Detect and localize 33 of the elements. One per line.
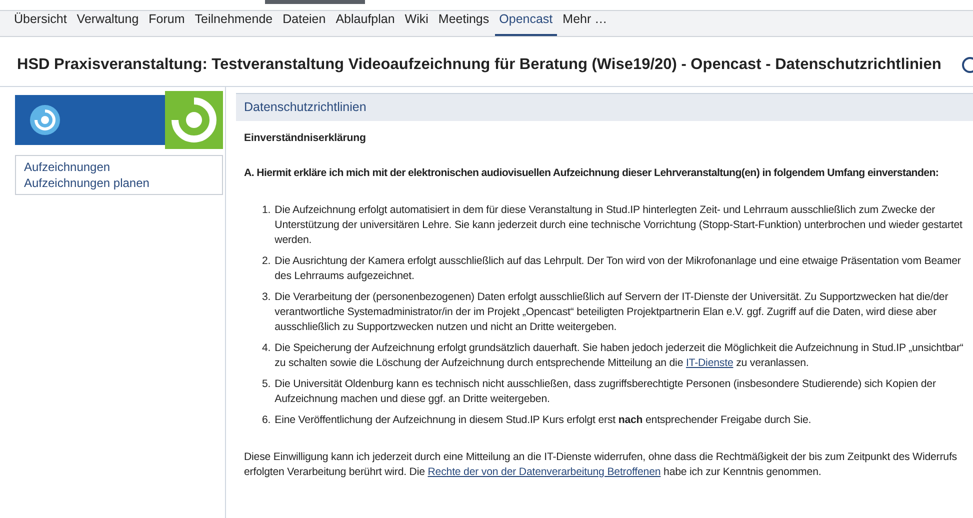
- list-item-text: Die Speicherung der Aufzeichnung erfolgt grundsätzlich dauerhaft. Sie haben jedoch jederzeit die Möglichkeit die Aufzeichnung in Stud.IP „unsichtbar“ zu schalten sowie die Löschung der Aufzeichnung durch entsprechende Mitteilung an die IT-Dienste zu veranlassen.: [274, 341, 964, 371]
- page-title: HSD Praxisveranstaltung: Testveranstaltung Videoaufzeichnung für Beratung (Wise19/20) - Opencast - Datenschutzrichtlinien: [17, 55, 942, 75]
- nav-tab[interactable]: Mehr …: [558, 10, 612, 36]
- nav-tab[interactable]: Verwaltung: [72, 10, 143, 36]
- nav-tab[interactable]: Forum: [144, 10, 189, 36]
- list-item-text: Die Aufzeichnung erfolgt automatisiert in dem für diese Veranstaltung in Stud.IP hinterlegten Zeit- und Lehrraum ausschließlich zum Zwecke der Unterstützung der universitären Lehre. Sie kann jederzeit durch eine technische Vorrichtung (Stopp-Start-Funktion) unterbrochen und wieder gestartet werden.: [274, 203, 964, 248]
- nav-tab[interactable]: Teilnehmende: [190, 10, 277, 36]
- list-number: 2.: [262, 254, 271, 269]
- text-link[interactable]: IT-Dienste: [686, 357, 734, 369]
- nav-tab[interactable]: Wiki: [400, 10, 432, 36]
- list-item-text: Eine Veröffentlichung der Aufzeichnung in diesem Stud.IP Kurs erfolgt erst nach entsprechender Freigabe durch Sie.: [274, 413, 812, 428]
- section-header: Datenschutzrichtlinien: [236, 93, 973, 121]
- list-number: 6.: [262, 413, 271, 428]
- nav-tab[interactable]: Opencast: [495, 10, 557, 36]
- list-item-text: Die Ausrichtung der Kamera erfolgt ausschließlich auf das Lehrpult. Der Ton wird von der Mikrofonanlage und eine etwaige Präsentation vom Beamer des Lehrraums aufgezeichnet.: [274, 254, 962, 284]
- intro-text: A. Hiermit erkläre ich mich mit der elektronischen audiovisuellen Aufzeichnung dieser Lehrveranstaltung(en) in folgendem Umfang einverstanden:: [244, 166, 940, 181]
- opencast-logo-icon: [165, 91, 223, 150]
- list-number: 1.: [262, 203, 271, 218]
- list-number: 4.: [262, 341, 271, 356]
- sidebar-link[interactable]: Aufzeichnungen: [24, 159, 214, 176]
- sidebar-link[interactable]: Aufzeichnungen planen: [24, 175, 214, 192]
- nav-tab[interactable]: Meetings: [434, 10, 494, 36]
- text-link[interactable]: Rechte der von der Datenverarbeitung Betroffenen: [428, 466, 661, 478]
- nav-tab[interactable]: Übersicht: [10, 10, 71, 36]
- list-number: 5.: [262, 377, 271, 392]
- nav-tab[interactable]: Ablaufplan: [332, 10, 399, 36]
- consent-text: Diese Einwilligung kann ich jederzeit durch eine Mitteilung an die IT-Dienste widerrufen, ohne dass die Rechtmäßigkeit der bis zum Zeitpunkt des Widerrufs erfolgten Verarbeitung berührt wird. Die Rechte der von der Datenverarbeitung Betroffenen habe ich zur Kenntnis genommen.: [244, 451, 957, 478]
- list-item-text: Die Verarbeitung der (personenbezogenen) Daten erfolgt ausschließlich auf Servern der IT-Dienste der Universität. Zu Supportzwecken hat die/der verantwortliche Systemadministrator/in der im Projekt „Opencast“ beteiligten Projektpartnerin Elan e.V. ggf. Zugriff auf die Daten, wird diese aber ausschließlich zu Supportzwecken nutzen und nicht an Dritte weitergeben.: [274, 290, 950, 335]
- nav-tab[interactable]: Dateien: [278, 10, 330, 36]
- subheading: Einverständniserklärung: [244, 131, 367, 146]
- list-item-text: Die Universität Oldenburg kann es technisch nicht ausschließen, dass zugriffsberechtigte Personen (insbesondere Studierende) sich Kopien der Aufzeichnung machen und diese ggf. an Dritte weitergeben.: [274, 377, 937, 407]
- circle-logo-icon: [29, 104, 61, 136]
- list-number: 3.: [262, 290, 271, 305]
